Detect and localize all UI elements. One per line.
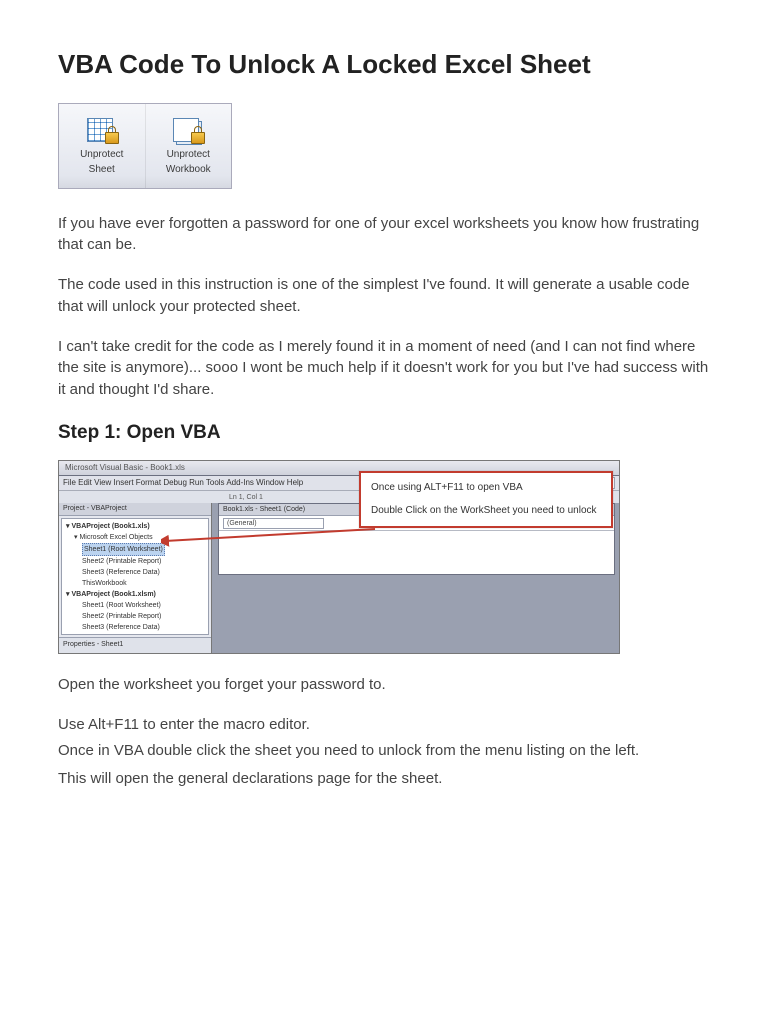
properties-pane: Properties - Sheet1 — [59, 637, 211, 653]
tree-sheet: Sheet2 (Printable Report) — [66, 556, 206, 567]
intro-paragraph: If you have ever forgotten a password fo… — [58, 213, 710, 257]
step1-heading: Step 1: Open VBA — [58, 419, 710, 447]
unprotect-workbook-button: Unprotect Workbook — [146, 104, 232, 188]
ribbon-screenshot: Unprotect Sheet Unprotect Workbook — [58, 103, 232, 189]
vba-editor-screenshot: Microsoft Visual Basic - Book1.xls File … — [58, 460, 620, 654]
step1-paragraph: Open the worksheet you forget your passw… — [58, 674, 710, 696]
pane-title: Project - VBAProject — [59, 503, 211, 516]
tree-project: ▾ VBAProject (Book1.xlsm) — [66, 589, 206, 600]
tree-project: ▾ VBAProject (Book1.xls) — [66, 521, 206, 532]
step1-paragraph: Use Alt+F11 to enter the macro editor. — [58, 714, 710, 736]
callout-text: Double Click on the WorkSheet you need t… — [371, 504, 601, 519]
code-scope-dropdown: (General) — [223, 518, 324, 529]
intro-paragraph: I can't take credit for the code as I me… — [58, 336, 710, 401]
button-label: Unprotect — [80, 148, 123, 163]
menu-items: File Edit View Insert Format Debug Run T… — [63, 476, 303, 490]
callout-text: Once using ALT+F11 to open VBA — [371, 481, 601, 496]
intro-paragraph: The code used in this instruction is one… — [58, 274, 710, 318]
button-label: Sheet — [89, 163, 115, 178]
button-label: Workbook — [166, 163, 211, 178]
tree-workbook: ThisWorkbook — [66, 578, 206, 589]
page-title: VBA Code To Unlock A Locked Excel Sheet — [58, 48, 710, 81]
tree-sheet: Sheet1 (Root Worksheet) — [66, 543, 206, 556]
step1-paragraph: This will open the general declarations … — [58, 768, 710, 790]
project-tree: ▾ VBAProject (Book1.xls) ▾ Microsoft Exc… — [61, 518, 209, 635]
tree-sheet: Sheet3 (Reference Data) — [66, 622, 206, 633]
unprotect-sheet-button: Unprotect Sheet — [59, 104, 146, 188]
tree-workbook: ThisWorkbook — [66, 633, 206, 635]
step1-paragraph: Once in VBA double click the sheet you n… — [58, 740, 710, 762]
tree-sheet: Sheet1 (Root Worksheet) — [66, 600, 206, 611]
tree-folder: ▾ Microsoft Excel Objects — [66, 532, 206, 543]
button-label: Unprotect — [167, 148, 210, 163]
tree-sheet: Sheet3 (Reference Data) — [66, 567, 206, 578]
lock-icon — [191, 132, 205, 144]
tree-sheet: Sheet2 (Printable Report) — [66, 611, 206, 622]
project-explorer-pane: Project - VBAProject ▾ VBAProject (Book1… — [59, 503, 212, 653]
callout-box: Once using ALT+F11 to open VBA Double Cl… — [359, 471, 613, 528]
lock-icon — [105, 132, 119, 144]
